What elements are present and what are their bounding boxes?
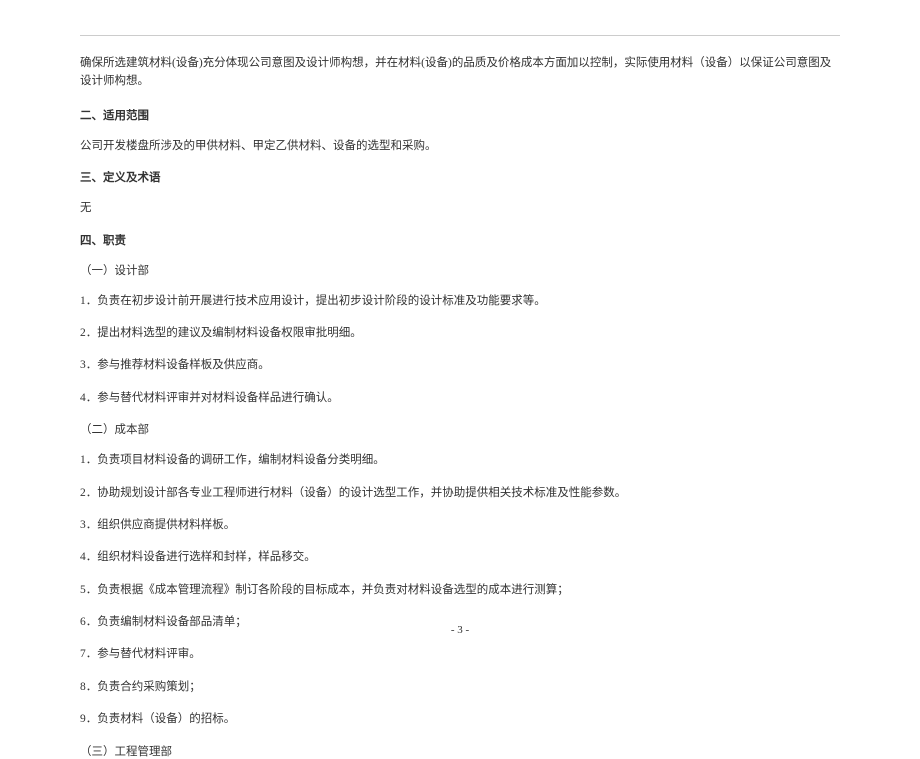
dept1-heading: （一）设计部 xyxy=(80,262,840,278)
dept1-item: 3．参与推荐材料设备样板及供应商。 xyxy=(80,356,840,374)
dept2-item: 5．负责根据《成本管理流程》制订各阶段的目标成本，并负责对材料设备选型的成本进行… xyxy=(80,581,840,599)
definition-body: 无 xyxy=(80,199,840,217)
dept2-item: 2．协助规划设计部各专业工程师进行材料（设备）的设计选型工作，并协助提供相关技术… xyxy=(80,484,840,502)
dept1-item: 4．参与替代材料评审并对材料设备样品进行确认。 xyxy=(80,389,840,407)
dept1-item: 1．负责在初步设计前开展进行技术应用设计，提出初步设计阶段的设计标准及功能要求等… xyxy=(80,292,840,310)
dept1-item: 2．提出材料选型的建议及编制材料设备权限审批明细。 xyxy=(80,324,840,342)
dept2-item: 7．参与替代材料评审。 xyxy=(80,645,840,663)
scope-heading: 二、适用范围 xyxy=(80,107,840,123)
dept2-item: 1．负责项目材料设备的调研工作，编制材料设备分类明细。 xyxy=(80,451,840,469)
intro-paragraph: 确保所选建筑材料(设备)充分体现公司意图及设计师构想，并在材料(设备)的品质及价… xyxy=(80,54,840,91)
dept2-item: 3．组织供应商提供材料样板。 xyxy=(80,516,840,534)
dept2-item: 4．组织材料设备进行选样和封样，样品移交。 xyxy=(80,548,840,566)
top-divider xyxy=(80,35,840,36)
dept3-heading: （三）工程管理部 xyxy=(80,743,840,759)
dept2-heading: （二）成本部 xyxy=(80,421,840,437)
dept2-item: 9．负责材料（设备）的招标。 xyxy=(80,710,840,728)
page-number: - 3 - xyxy=(451,624,469,636)
dept2-item: 8．负责合约采购策划； xyxy=(80,678,840,696)
responsibility-heading: 四、职责 xyxy=(80,232,840,248)
definition-heading: 三、定义及术语 xyxy=(80,169,840,185)
scope-body: 公司开发楼盘所涉及的甲供材料、甲定乙供材料、设备的选型和采购。 xyxy=(80,137,840,155)
